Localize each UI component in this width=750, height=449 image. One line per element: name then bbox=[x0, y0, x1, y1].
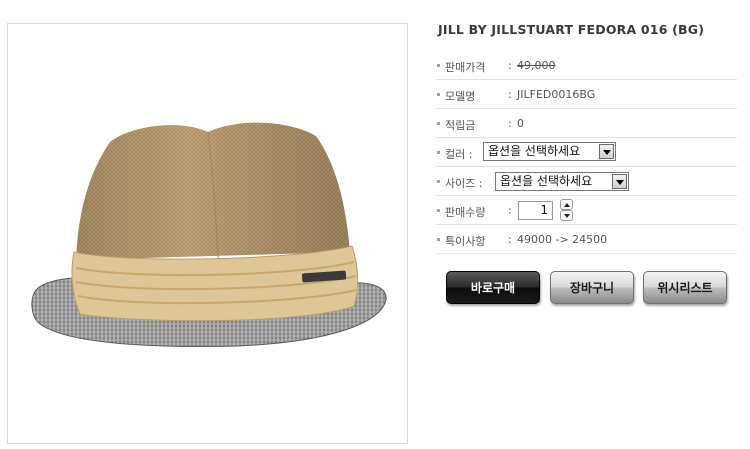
size-label: 사이즈 : bbox=[445, 177, 483, 190]
model-colon: : bbox=[508, 88, 512, 101]
price-colon: : bbox=[508, 59, 512, 72]
model-row: 모델명 : JILFED0016BG bbox=[436, 80, 737, 109]
color-select-value: 옵션을 선택하세요 bbox=[488, 144, 581, 158]
size-row: 사이즈 : 옵션을 선택하세요 bbox=[436, 167, 737, 196]
points-row: 적립금 : 0 bbox=[436, 109, 737, 138]
model-label: 모델명 bbox=[445, 90, 476, 103]
bullet-icon bbox=[437, 209, 440, 212]
buy-now-button[interactable]: 바로구매 bbox=[446, 271, 540, 304]
product-title: JILL BY JILLSTUART FEDORA 016 (BG) bbox=[438, 22, 705, 37]
wishlist-button[interactable]: 위시리스트 bbox=[643, 271, 727, 304]
bullet-icon bbox=[437, 64, 440, 67]
note-label: 특이사항 bbox=[445, 235, 486, 248]
price-value: 49,000 bbox=[517, 59, 556, 72]
product-image bbox=[7, 23, 408, 444]
quantity-row: 판매수량 : 1 bbox=[436, 196, 737, 225]
add-to-cart-button[interactable]: 장바구니 bbox=[550, 271, 634, 304]
points-colon: : bbox=[508, 117, 512, 130]
size-select-value: 옵션을 선택하세요 bbox=[500, 174, 593, 188]
note-value: 49000 -> 24500 bbox=[517, 233, 608, 246]
model-value: JILFED0016BG bbox=[517, 88, 596, 101]
points-value: 0 bbox=[517, 117, 524, 130]
color-label: 컬러 : bbox=[445, 148, 473, 161]
color-row: 컬러 : 옵션을 선택하세요 bbox=[436, 138, 737, 167]
bullet-icon bbox=[437, 238, 440, 241]
bullet-icon bbox=[437, 180, 440, 183]
bullet-icon bbox=[437, 93, 440, 96]
bullet-icon bbox=[437, 122, 440, 125]
quantity-increase-icon[interactable] bbox=[560, 199, 573, 210]
quantity-colon: : bbox=[508, 204, 512, 217]
price-label: 판매가격 bbox=[445, 61, 486, 74]
chevron-down-icon[interactable] bbox=[612, 174, 627, 189]
size-select[interactable]: 옵션을 선택하세요 bbox=[495, 172, 629, 191]
note-colon: : bbox=[508, 233, 512, 246]
chevron-down-icon[interactable] bbox=[599, 144, 614, 159]
quantity-decrease-icon[interactable] bbox=[560, 210, 573, 221]
color-select[interactable]: 옵션을 선택하세요 bbox=[483, 142, 616, 161]
price-row: 판매가격 : 49,000 bbox=[436, 51, 737, 80]
points-label: 적립금 bbox=[445, 119, 476, 132]
bullet-icon bbox=[437, 151, 440, 154]
fedora-hat-illustration bbox=[31, 122, 387, 347]
note-row: 특이사항 : 49000 -> 24500 bbox=[436, 225, 737, 254]
quantity-input[interactable]: 1 bbox=[518, 201, 553, 220]
product-info-table: 판매가격 : 49,000 모델명 : JILFED0016BG 적립금 : 0… bbox=[436, 51, 737, 254]
quantity-label: 판매수량 bbox=[445, 206, 486, 219]
